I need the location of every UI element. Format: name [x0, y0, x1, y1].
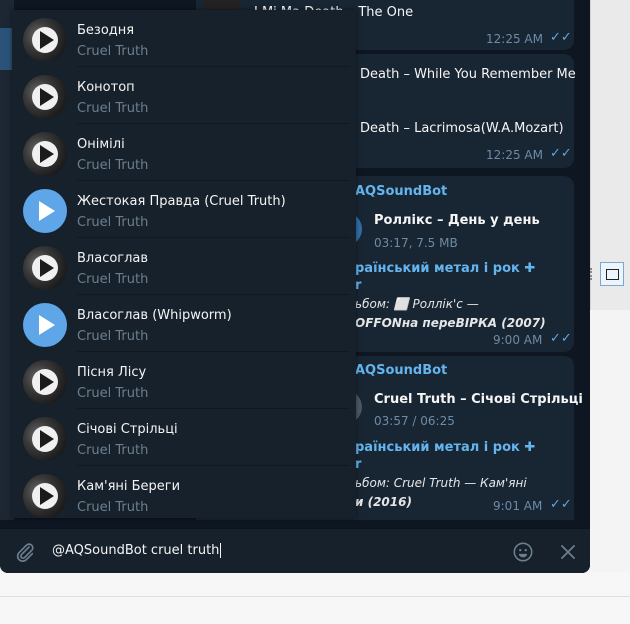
result-title: Кам'яні Береги: [77, 479, 181, 494]
play-icon[interactable]: [23, 189, 67, 233]
result-artist: Cruel Truth: [77, 386, 149, 401]
album-text: и (2016): [355, 495, 412, 509]
message-input-text: @AQSoundBot cruel truth: [52, 543, 220, 558]
result-title: Жестокая Правда (Cruel Truth): [77, 194, 286, 209]
close-icon[interactable]: [559, 543, 577, 561]
audio-meta: 03:57 / 06:25: [374, 414, 455, 428]
result-item[interactable]: Власоглав Cruel Truth: [12, 238, 350, 295]
inline-results-popup: Безодня Cruel Truth Конотоп Cruel Truth …: [12, 10, 356, 518]
read-ticks-icon: ✓✓: [550, 331, 572, 346]
audio-meta: 03:17, 7.5 MB: [374, 236, 458, 250]
result-title: Онімілі: [77, 137, 125, 152]
result-title: Пісня Лісу: [77, 365, 147, 380]
message-time: 9:01 AM: [493, 499, 543, 513]
result-item[interactable]: Онімілі Cruel Truth: [12, 124, 350, 181]
result-artist: Cruel Truth: [77, 329, 149, 344]
result-item[interactable]: Конотоп Cruel Truth: [12, 67, 350, 124]
play-icon[interactable]: [23, 75, 67, 119]
result-title: Власоглав: [77, 251, 149, 266]
result-artist: Cruel Truth: [77, 44, 149, 59]
result-artist: Cruel Truth: [77, 443, 149, 458]
via-bot-label[interactable]: AQSoundBot: [355, 363, 447, 378]
result-artist: Cruel Truth: [77, 500, 149, 515]
audio-title: Роллікс – День у день: [374, 213, 540, 228]
read-ticks-icon: ✓✓: [550, 30, 572, 45]
audio-title: Cruel Truth – Січові Стрільці: [374, 392, 583, 407]
via-bot-label[interactable]: AQSoundBot: [355, 184, 447, 199]
result-artist: Cruel Truth: [77, 272, 149, 287]
message-track-title: Death – While You Remember Me: [360, 67, 576, 82]
result-title: Січові Стрільці: [77, 422, 178, 437]
play-icon[interactable]: [23, 417, 67, 461]
read-ticks-icon: ✓✓: [550, 146, 572, 161]
channel-link[interactable]: раїнський метал і рок ✚: [355, 440, 535, 455]
message-time: 12:25 AM: [486, 148, 543, 162]
compose-bar: @AQSoundBot cruel truth: [0, 528, 590, 573]
result-item[interactable]: Власоглав (Whipworm) Cruel Truth: [12, 295, 350, 352]
message-input[interactable]: @AQSoundBot cruel truth: [52, 543, 222, 558]
play-icon[interactable]: [23, 360, 67, 404]
result-item[interactable]: Пісня Лісу Cruel Truth: [12, 352, 350, 409]
message-time: 12:25 AM: [486, 32, 543, 46]
background-window-bottom: [0, 572, 630, 624]
result-item[interactable]: Жестокая Правда (Cruel Truth) Cruel Trut…: [12, 181, 350, 238]
result-title: Власоглав (Whipworm): [77, 308, 232, 323]
result-artist: Cruel Truth: [77, 215, 149, 230]
result-item[interactable]: Січові Стрільці Cruel Truth: [12, 409, 350, 466]
result-title: Безодня: [77, 23, 135, 38]
result-item[interactable]: Безодня Cruel Truth: [12, 10, 350, 67]
read-ticks-icon: ✓✓: [550, 497, 572, 512]
divider: [0, 596, 630, 597]
resize-grip: [590, 268, 596, 280]
maximize-icon: [606, 269, 619, 280]
result-artist: Cruel Truth: [77, 101, 149, 116]
result-item[interactable]: Кам'яні Береги Cruel Truth: [12, 466, 350, 518]
telegram-window: J.Mi Ma Death – The One 12:25 AM ✓✓ Deat…: [0, 0, 590, 573]
paperclip-icon[interactable]: [14, 541, 36, 563]
play-icon[interactable]: [23, 303, 67, 347]
channel-link[interactable]: раїнський метал і рок ✚: [355, 261, 535, 276]
play-icon[interactable]: [23, 246, 67, 290]
play-icon[interactable]: [23, 18, 67, 62]
text-caret: [220, 543, 222, 558]
album-text: ьбом: Cruel Truth — Кам'яні: [355, 476, 527, 490]
play-icon[interactable]: [23, 474, 67, 518]
message-track-title: Death – Lacrimosa(W.A.Mozart): [360, 121, 564, 136]
maximize-button[interactable]: [600, 262, 624, 286]
result-title: Конотоп: [77, 80, 135, 95]
emoji-icon[interactable]: [512, 541, 534, 563]
result-artist: Cruel Truth: [77, 158, 149, 173]
play-icon[interactable]: [23, 132, 67, 176]
album-text: ьбом: ⬜ Роллік'с —: [355, 297, 479, 311]
message-time: 9:00 AM: [493, 333, 543, 347]
album-text: OFFONна переВІРКА (2007): [355, 316, 546, 330]
